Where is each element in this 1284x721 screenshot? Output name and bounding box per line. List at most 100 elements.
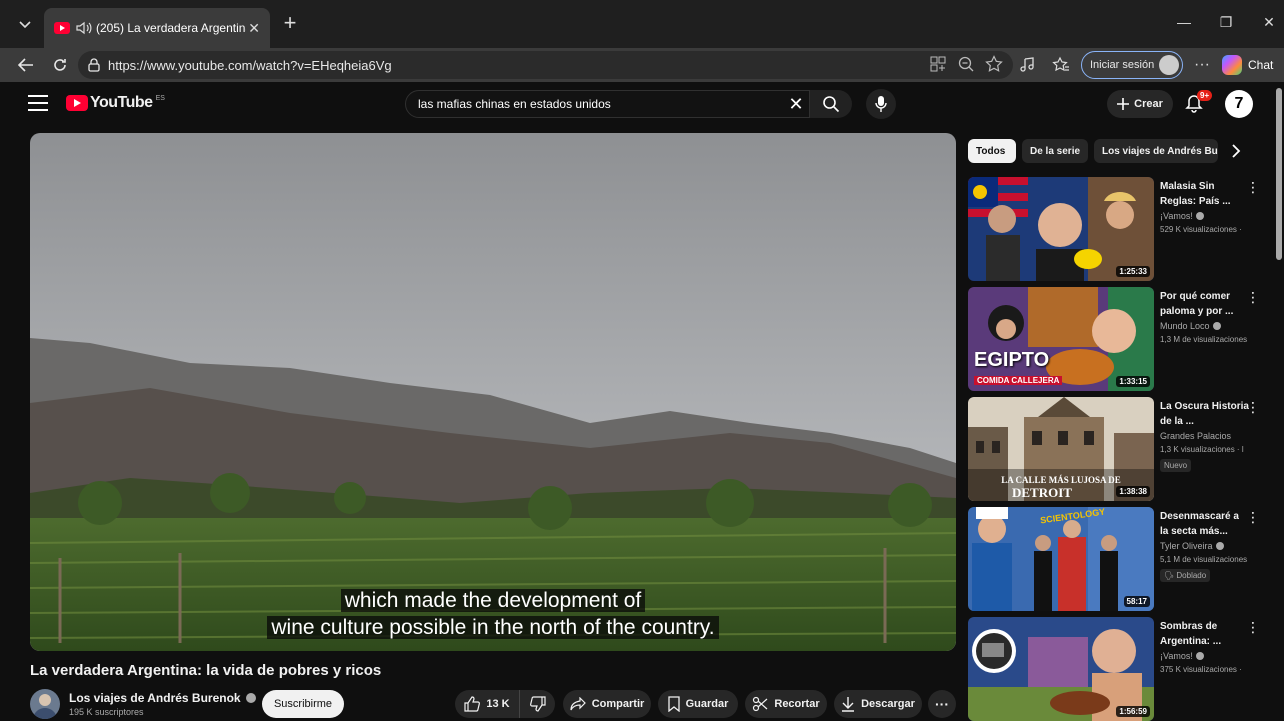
browser-essentials-icon[interactable] [1016,53,1040,77]
recommendation-item[interactable]: SCIENTOLOGY 58:17 Desenmascaré a la sect… [968,507,1268,611]
recommendation-views: 1,3 K visualizaciones · l [1160,445,1244,454]
voice-search-button[interactable] [866,89,896,119]
more-vertical-icon[interactable]: ⋮ [1246,619,1260,636]
youtube-logo[interactable]: YouTube ES [66,94,165,112]
address-bar[interactable]: https://www.youtube.com/watch?v=EHeqheia… [78,51,1013,79]
recommendation-views: 375 K visualizaciones · [1160,665,1242,674]
caption-line-2: wine culture possible in the north of th… [30,616,956,640]
page-scrollbar[interactable] [1276,88,1282,260]
dubbed-badge: 🗣 Doblado [1160,569,1211,582]
signin-button[interactable]: Iniciar sesión [1081,51,1183,79]
share-button[interactable]: Compartir [563,690,651,718]
recommendation-item[interactable]: EGIPTO COMIDA CALLEJERA 1:33:15 Por qué … [968,287,1268,391]
verified-icon [1212,322,1221,330]
app-available-icon[interactable] [929,55,947,73]
more-vertical-icon[interactable]: ⋮ [1246,289,1260,306]
notification-badge: 9+ [1197,90,1213,101]
recommendation-title[interactable]: La Oscura Historia de la ... [1160,399,1250,429]
recommendation-item[interactable]: 1:25:33 Malasia Sin Reglas: País ... ¡Va… [968,177,1268,281]
back-button[interactable] [14,53,38,77]
more-vertical-icon[interactable]: ⋮ [1246,399,1260,416]
video-thumbnail[interactable]: 1:25:33 [968,177,1154,281]
youtube-favicon-icon [54,22,70,34]
speaker-icon[interactable] [76,21,92,35]
recommendation-title[interactable]: Desenmascaré a la secta más... [1160,509,1250,539]
recommendation-views: 5,1 M de visualizaciones [1160,555,1248,564]
more-horizontal-icon: ··· [935,696,949,712]
more-actions-button[interactable]: ··· [928,690,956,718]
more-vertical-icon[interactable]: ⋮ [1246,179,1260,196]
thumbnail-headline: EGIPTO [974,349,1050,371]
subscribe-button[interactable]: Suscribirme [262,690,344,718]
new-badge: Nuevo [1160,459,1192,472]
chevron-down-icon [19,21,31,29]
clear-search-icon[interactable]: ✕ [786,94,806,114]
recommendation-title[interactable]: Sombras de Argentina: ... [1160,619,1250,649]
like-button[interactable]: 13 K [455,690,519,718]
notifications-button[interactable]: 9+ [1184,90,1213,118]
youtube-header: YouTube ES las mafias chinas en estados … [0,82,1284,128]
thumbs-up-icon [464,696,481,712]
recommendation-views: 529 K visualizaciones · [1160,225,1242,234]
favorites-star-icon [1052,56,1069,72]
recommendation-channel: ¡Vamos! [1160,211,1204,221]
signin-label: Iniciar sesión [1090,59,1155,71]
more-vertical-icon[interactable]: ⋮ [1246,509,1260,526]
search-button[interactable] [810,90,852,118]
chip-channel[interactable]: Los viajes de Andrés Bu [1094,139,1218,163]
thumbnail-subheadline: COMIDA CALLEJERA [974,376,1063,385]
share-label: Compartir [591,698,645,710]
chips-next-button[interactable] [1228,143,1244,159]
download-label: Descargar [861,698,915,710]
create-button[interactable]: Crear [1107,90,1173,118]
recommendation-item[interactable]: 1:56:59 Sombras de Argentina: ... ¡Vamos… [968,617,1268,721]
clip-button[interactable]: Recortar [745,690,827,718]
restore-button[interactable]: ❐ [1214,14,1238,31]
chip-from-series[interactable]: De la serie [1022,139,1088,163]
recommendation-views: 1,3 M de visualizaciones [1160,335,1248,344]
zoom-out-icon[interactable] [957,55,975,73]
dubbed-icon: 🗣 [1164,571,1175,580]
video-player[interactable]: which made the development of wine cultu… [30,133,956,651]
video-thumbnail[interactable]: EGIPTO COMIDA CALLEJERA 1:33:15 [968,287,1154,391]
chip-all[interactable]: Todos [968,139,1016,163]
video-thumbnail[interactable]: 1:56:59 [968,617,1154,721]
hamburger-menu-icon[interactable] [28,95,48,111]
minimize-button[interactable]: — [1172,14,1196,30]
arrow-left-icon [18,58,33,72]
browser-tab-active[interactable]: (205) La verdadera Argentina: ✕ [44,8,270,48]
copilot-icon [1222,55,1242,75]
copilot-chat-button[interactable]: Chat [1222,51,1284,79]
search-input[interactable]: las mafias chinas en estados unidos [405,90,810,118]
star-icon[interactable] [985,55,1003,73]
create-label: Crear [1134,98,1163,110]
reload-button[interactable] [48,53,72,77]
recommendation-item[interactable]: LA CALLE MÁS LUJOSA DE DETROIT 1:38:38 L… [968,397,1268,501]
channel-name[interactable]: Los viajes de Andrés Burenok [69,691,256,705]
tab-list-button[interactable] [10,10,40,40]
share-icon [570,697,586,711]
video-thumbnail[interactable]: SCIENTOLOGY 58:17 [968,507,1154,611]
scissors-icon [753,696,768,712]
close-window-button[interactable]: ✕ [1257,14,1281,31]
favorites-icon[interactable] [1049,53,1073,77]
download-icon [842,697,855,712]
clip-label: Recortar [774,698,820,710]
dislike-button[interactable] [519,690,555,718]
recommendation-title[interactable]: Malasia Sin Reglas: País ... [1160,179,1250,209]
recommendation-title[interactable]: Por qué comer paloma y por ... [1160,289,1250,319]
download-button[interactable]: Descargar [834,690,922,718]
youtube-play-icon [66,95,88,111]
channel-avatar[interactable] [30,689,60,719]
new-tab-button[interactable]: + [278,12,302,36]
video-thumbnail[interactable]: LA CALLE MÁS LUJOSA DE DETROIT 1:38:38 [968,397,1154,501]
duration-badge: 58:17 [1123,596,1150,607]
user-avatar[interactable]: 7 [1225,90,1253,118]
microphone-icon [875,96,887,112]
tab-title: (205) La verdadera Argentina: [96,21,246,35]
reload-icon [54,59,66,71]
more-options-icon[interactable]: ··· [1190,53,1214,77]
tab-close-icon[interactable]: ✕ [248,20,260,37]
duration-badge: 1:33:15 [1116,376,1150,387]
save-button[interactable]: Guardar [658,690,738,718]
